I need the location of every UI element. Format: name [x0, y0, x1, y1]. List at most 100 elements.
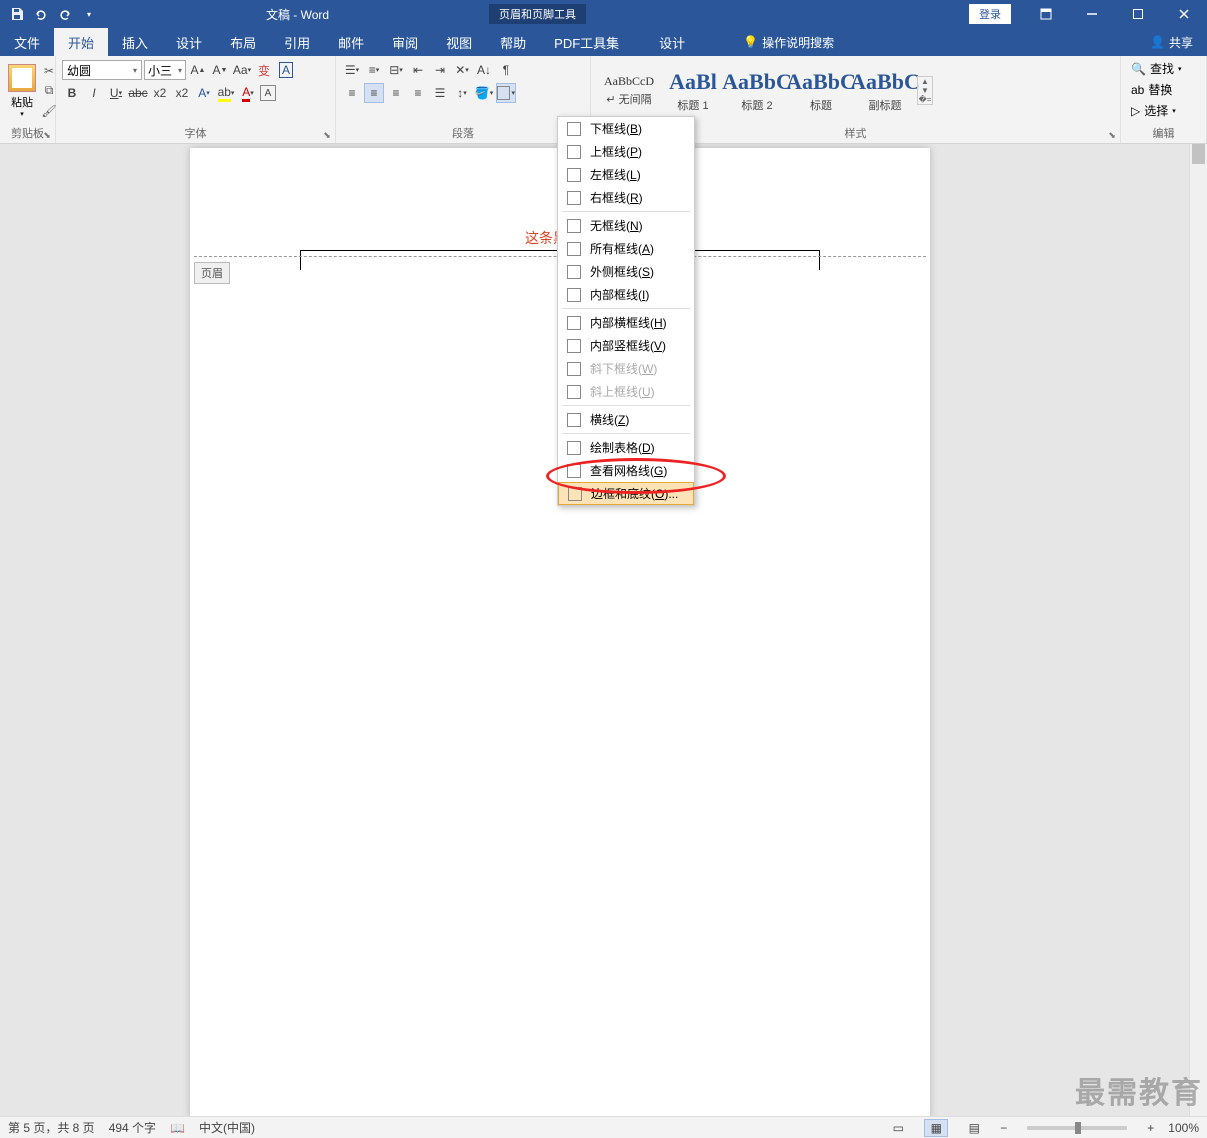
tab-home[interactable]: 开始: [54, 28, 108, 56]
style-↵ 无间隔[interactable]: AaBbCcD↵ 无间隔: [597, 60, 661, 122]
border-menu-S[interactable]: 外侧框线(S): [558, 260, 694, 283]
tab-file[interactable]: 文件: [0, 28, 54, 56]
grow-font-icon[interactable]: A▲: [188, 60, 208, 80]
style-标题 1[interactable]: AaBl标题 1: [661, 60, 725, 122]
numbering-icon[interactable]: ≡▾: [364, 60, 384, 80]
minimize-icon[interactable]: [1069, 0, 1115, 28]
undo-icon[interactable]: [30, 3, 52, 25]
highlight-icon[interactable]: ab▾: [216, 83, 236, 103]
clear-format-icon[interactable]: A: [276, 60, 296, 80]
print-layout-icon[interactable]: ▦: [924, 1119, 948, 1137]
find-button[interactable]: 🔍查找▾: [1127, 58, 1200, 79]
border-menu-P[interactable]: 上框线(P): [558, 140, 694, 163]
increase-indent-icon[interactable]: ⇥: [430, 60, 450, 80]
styles-down-icon[interactable]: ▼: [918, 86, 932, 95]
zoom-value[interactable]: 100%: [1168, 1121, 1199, 1135]
tab-layout[interactable]: 布局: [216, 28, 270, 56]
styles-up-icon[interactable]: ▲: [918, 77, 932, 86]
styles-more-icon[interactable]: �=: [918, 95, 932, 104]
styles-launcher-icon[interactable]: ⬊: [1106, 129, 1118, 141]
tab-context-design[interactable]: 设计: [645, 28, 699, 56]
close-icon[interactable]: [1161, 0, 1207, 28]
style-标题 2[interactable]: AaBbC标题 2: [725, 60, 789, 122]
sort-icon[interactable]: A↓: [474, 60, 494, 80]
tab-review[interactable]: 审阅: [378, 28, 432, 56]
border-menu-I[interactable]: 内部框线(I): [558, 283, 694, 306]
multilevel-icon[interactable]: ⊟▾: [386, 60, 406, 80]
show-marks-icon[interactable]: ¶: [496, 60, 516, 80]
align-center-icon[interactable]: ≡: [364, 83, 384, 103]
zoom-thumb[interactable]: [1075, 1122, 1081, 1134]
superscript-button[interactable]: x2: [172, 83, 192, 103]
web-layout-icon[interactable]: ▤: [962, 1119, 986, 1137]
share-button[interactable]: 👤共享: [1136, 28, 1207, 56]
phonetic-guide-icon[interactable]: 变: [254, 60, 274, 80]
tab-references[interactable]: 引用: [270, 28, 324, 56]
maximize-icon[interactable]: [1115, 0, 1161, 28]
border-menu-Z[interactable]: 横线(Z): [558, 408, 694, 431]
ribbon-display-icon[interactable]: [1023, 0, 1069, 28]
qat-more-icon[interactable]: ▾: [78, 3, 100, 25]
align-left-icon[interactable]: ≡: [342, 83, 362, 103]
border-menu-V[interactable]: 内部竖框线(V): [558, 334, 694, 357]
underline-button[interactable]: U▾: [106, 83, 126, 103]
font-color-icon[interactable]: A▾: [238, 83, 258, 103]
font-name-combo[interactable]: 幼圆▾: [62, 60, 142, 80]
justify-icon[interactable]: ≡: [408, 83, 428, 103]
tab-design[interactable]: 设计: [162, 28, 216, 56]
page-status[interactable]: 第 5 页，共 8 页: [8, 1119, 95, 1136]
clipboard-launcher-icon[interactable]: ⬊: [41, 129, 53, 141]
italic-button[interactable]: I: [84, 83, 104, 103]
border-menu-A[interactable]: 所有框线(A): [558, 237, 694, 260]
text-effects-icon[interactable]: A▾: [194, 83, 214, 103]
font-launcher-icon[interactable]: ⬊: [321, 129, 333, 141]
borders-button[interactable]: ▾: [496, 83, 516, 103]
language-status[interactable]: 中文(中国): [199, 1119, 255, 1136]
read-mode-icon[interactable]: ▭: [886, 1119, 910, 1137]
shading-icon[interactable]: 🪣▾: [474, 83, 494, 103]
paste-button[interactable]: 粘贴 ▾: [6, 62, 38, 120]
line-spacing-icon[interactable]: ↕▾: [452, 83, 472, 103]
redo-icon[interactable]: [54, 3, 76, 25]
decrease-indent-icon[interactable]: ⇤: [408, 60, 428, 80]
border-menu-N[interactable]: 无框线(N): [558, 214, 694, 237]
border-menu-H[interactable]: 内部横框线(H): [558, 311, 694, 334]
subscript-button[interactable]: x2: [150, 83, 170, 103]
style-副标题[interactable]: AaBbC副标题: [853, 60, 917, 122]
bold-button[interactable]: B: [62, 83, 82, 103]
text-direction-icon[interactable]: ✕▾: [452, 60, 472, 80]
tab-view[interactable]: 视图: [432, 28, 486, 56]
replace-button[interactable]: ab替换: [1127, 79, 1200, 100]
zoom-slider[interactable]: [1027, 1126, 1127, 1130]
tab-pdf[interactable]: PDF工具集: [540, 28, 633, 56]
border-menu-O[interactable]: 边框和底纹(O)...: [558, 482, 694, 505]
char-border-icon[interactable]: A: [260, 85, 276, 101]
zoom-out-icon[interactable]: −: [1000, 1121, 1007, 1135]
distributed-icon[interactable]: ☰: [430, 83, 450, 103]
save-icon[interactable]: [6, 3, 28, 25]
font-size-combo[interactable]: 小三▾: [144, 60, 186, 80]
tellme-search[interactable]: 💡操作说明搜索: [729, 28, 848, 56]
tab-insert[interactable]: 插入: [108, 28, 162, 56]
style-标题[interactable]: AaBbC标题: [789, 60, 853, 122]
spell-icon[interactable]: 📖: [170, 1121, 185, 1135]
vertical-scrollbar[interactable]: [1189, 144, 1207, 1116]
select-button[interactable]: ▷选择▾: [1127, 100, 1200, 121]
scrollbar-thumb[interactable]: [1192, 144, 1205, 164]
shrink-font-icon[interactable]: A▼: [210, 60, 230, 80]
border-menu-D[interactable]: 绘制表格(D): [558, 436, 694, 459]
change-case-icon[interactable]: Aa▾: [232, 60, 252, 80]
border-menu-L[interactable]: 左框线(L): [558, 163, 694, 186]
tab-mail[interactable]: 邮件: [324, 28, 378, 56]
border-menu-B[interactable]: 下框线(B): [558, 117, 694, 140]
strike-button[interactable]: abc: [128, 83, 148, 103]
zoom-in-icon[interactable]: +: [1147, 1121, 1154, 1135]
login-button[interactable]: 登录: [969, 4, 1011, 24]
border-menu-G[interactable]: 查看网格线(G): [558, 459, 694, 482]
styles-gallery[interactable]: AaBbCcD↵ 无间隔AaBl标题 1AaBbC标题 2AaBbC标题AaBb…: [597, 60, 917, 122]
word-count[interactable]: 494 个字: [109, 1119, 156, 1136]
border-menu-R[interactable]: 右框线(R): [558, 186, 694, 209]
align-right-icon[interactable]: ≡: [386, 83, 406, 103]
tab-help[interactable]: 帮助: [486, 28, 540, 56]
bullets-icon[interactable]: ☰▾: [342, 60, 362, 80]
